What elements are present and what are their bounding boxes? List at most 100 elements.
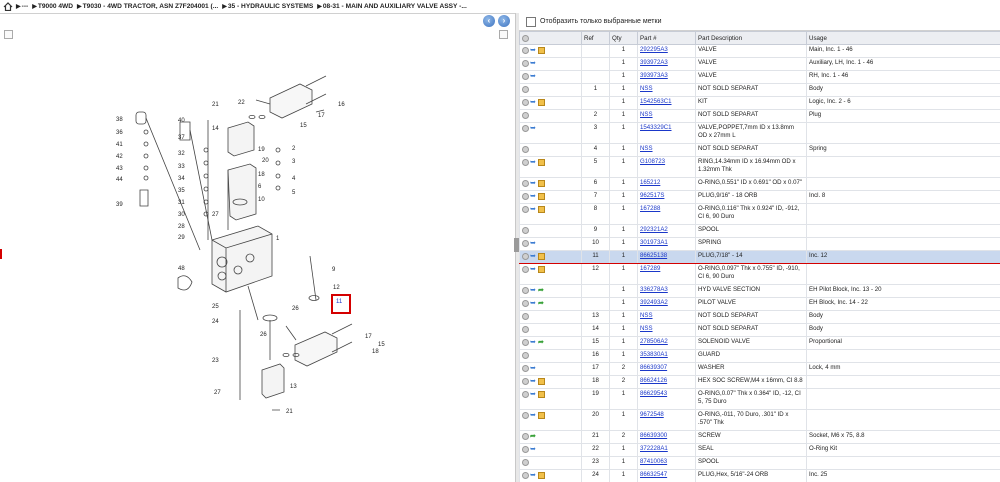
gear-icon[interactable]	[522, 472, 529, 479]
gear-icon[interactable]	[522, 287, 529, 294]
part-number-link[interactable]: G108723	[640, 158, 665, 165]
part-number-link[interactable]: 1543329C1	[640, 124, 672, 131]
breadcrumb-item[interactable]: 35 - HYDRAULIC SYSTEMS	[228, 3, 313, 10]
gear-icon[interactable]	[522, 446, 529, 453]
table-row[interactable]: 4 1 NSS NOT SOLD SEPARAT Spring	[519, 143, 1000, 157]
breadcrumb-item[interactable]: ---	[22, 3, 29, 10]
green-arrow-icon[interactable]: ➦	[530, 433, 537, 440]
table-row[interactable]: ➥ 8 1 167288 O-RING,0.116" Thk x 0.924" ID, …	[519, 203, 1000, 225]
col-header-usage[interactable]: Usage	[806, 31, 1000, 45]
table-row[interactable]: 23 1 87410063 SPOOL	[519, 456, 1000, 470]
gear-icon[interactable]	[522, 339, 529, 346]
green-arrow-icon[interactable]: ➦	[538, 339, 545, 346]
cart-box-icon[interactable]	[538, 266, 545, 273]
part-number-link[interactable]: 86629543	[640, 390, 667, 397]
blue-arrow-icon[interactable]: ➥	[530, 99, 537, 106]
part-number-link[interactable]: 962517S	[640, 192, 664, 199]
table-row[interactable]: ➥ 3 1 1543329C1 VALVE,POPPET,7mm ID x 13.8mm…	[519, 122, 1000, 144]
green-arrow-icon[interactable]: ➦	[538, 287, 545, 294]
blue-arrow-icon[interactable]: ➥	[530, 60, 537, 67]
table-row[interactable]: ➥ 11 1 86625138 PLUG,7/18" - 14 Inc. 12	[519, 250, 1000, 264]
blue-arrow-icon[interactable]: ➥	[530, 159, 537, 166]
cart-box-icon[interactable]	[538, 193, 545, 200]
part-number-link[interactable]: 86624126	[640, 377, 667, 384]
gear-icon[interactable]	[522, 412, 529, 419]
gear-icon[interactable]	[522, 300, 529, 307]
blue-arrow-icon[interactable]: ➥	[530, 193, 537, 200]
gear-icon[interactable]	[522, 266, 529, 273]
part-number-link[interactable]: 393973A3	[640, 72, 668, 79]
table-row[interactable]: ➥ 1 1542563C1 KIT Logic, Inc. 2 - 6	[519, 96, 1000, 110]
blue-arrow-icon[interactable]: ➥	[530, 206, 537, 213]
cart-box-icon[interactable]	[538, 99, 545, 106]
gear-icon[interactable]	[522, 86, 529, 93]
table-row[interactable]: 14 1 NSS NOT SOLD SEPARAT Body	[519, 323, 1000, 337]
part-number-link[interactable]: 292321A2	[640, 226, 668, 233]
blue-arrow-icon[interactable]: ➥	[530, 266, 537, 273]
gear-icon[interactable]	[522, 391, 529, 398]
part-number-link[interactable]: 86632547	[640, 471, 667, 478]
table-row[interactable]: 13 1 NSS NOT SOLD SEPARAT Body	[519, 310, 1000, 324]
part-number-link[interactable]: NSS	[640, 145, 653, 152]
breadcrumb-item[interactable]: 08-31 - MAIN AND AUXILIARY VALVE ASSY -.…	[323, 3, 467, 10]
green-arrow-icon[interactable]: ➦	[538, 300, 545, 307]
part-number-link[interactable]: NSS	[640, 111, 653, 118]
gear-icon[interactable]	[522, 378, 529, 385]
blue-arrow-icon[interactable]: ➥	[530, 240, 537, 247]
gear-icon[interactable]	[522, 227, 529, 234]
table-row[interactable]: ➥ 22 1 372228A1 SEAL O-Ring Kit	[519, 443, 1000, 457]
part-number-link[interactable]: 292295A3	[640, 46, 668, 53]
gear-icon[interactable]	[522, 73, 529, 80]
part-number-link[interactable]: NSS	[640, 325, 653, 332]
part-number-link[interactable]: 165212	[640, 179, 660, 186]
forward-button[interactable]: ›	[498, 15, 510, 27]
gear-icon[interactable]	[522, 193, 529, 200]
gear-icon[interactable]	[522, 240, 529, 247]
part-number-link[interactable]: 9672548	[640, 411, 664, 418]
part-number-link[interactable]: 372228A1	[640, 445, 668, 452]
gear-icon[interactable]	[522, 112, 529, 119]
part-number-link[interactable]: NSS	[640, 85, 653, 92]
cart-box-icon[interactable]	[538, 206, 545, 213]
part-number-link[interactable]: 87410063	[640, 458, 667, 465]
table-row[interactable]: ➥ 24 1 86632547 PLUG,Hex, 5/16"-24 ORB Inc. 2…	[519, 469, 1000, 482]
cart-box-icon[interactable]	[538, 253, 545, 260]
part-number-link[interactable]: 301973A1	[640, 239, 668, 246]
blue-arrow-icon[interactable]: ➥	[530, 391, 537, 398]
table-row[interactable]: ➥ 19 1 86629543 O-RING,0.07" Thk x 0.364" ID…	[519, 388, 1000, 410]
table-row[interactable]: ➦ 21 2 86639300 SCREW Socket, M6 x 75, 8.8	[519, 430, 1000, 444]
blue-arrow-icon[interactable]: ➥	[530, 365, 537, 372]
table-row[interactable]: ➥ 10 1 301973A1 SPRING	[519, 237, 1000, 251]
part-number-link[interactable]: 86639300	[640, 432, 667, 439]
cart-box-icon[interactable]	[538, 472, 545, 479]
home-icon[interactable]	[3, 2, 13, 11]
table-row[interactable]: ➥ 20 1 9672548 O-RING,-011, 70 Duro, .301" I…	[519, 409, 1000, 431]
blue-arrow-icon[interactable]: ➥	[530, 73, 537, 80]
cart-box-icon[interactable]	[538, 47, 545, 54]
part-number-link[interactable]: 86625138	[640, 252, 667, 259]
gear-icon[interactable]	[522, 459, 529, 466]
col-header-desc[interactable]: Part Description	[695, 31, 807, 45]
gear-icon[interactable]	[522, 47, 529, 54]
blue-arrow-icon[interactable]: ➥	[530, 287, 537, 294]
gear-icon[interactable]	[522, 206, 529, 213]
table-row[interactable]: ➥ ➦ 15 1 278506A2 SOLENOID VALVE Proportional	[519, 336, 1000, 350]
col-header-part[interactable]: Part #	[637, 31, 696, 45]
table-row[interactable]: ➥ 1 393973A3 VALVE RH, Inc. 1 - 46	[519, 70, 1000, 84]
table-row[interactable]: ➥ 5 1 G108723 RING,14.34mm ID x 16.94mm OD x…	[519, 156, 1000, 178]
blue-arrow-icon[interactable]: ➥	[530, 300, 537, 307]
part-number-link[interactable]: 86639307	[640, 364, 667, 371]
part-number-link[interactable]: 167289	[640, 265, 660, 272]
gear-icon[interactable]	[522, 365, 529, 372]
blue-arrow-icon[interactable]: ➥	[530, 472, 537, 479]
table-row[interactable]: ➥ 17 2 86639307 WASHER Lock, 4 mm	[519, 362, 1000, 376]
gear-icon[interactable]	[522, 326, 529, 333]
show-selected-checkbox[interactable]	[526, 16, 536, 27]
table-row[interactable]: ➥ 12 1 167289 O-RING,0.097" Thk x 0.755" ID,…	[519, 263, 1000, 285]
gear-icon[interactable]	[522, 60, 529, 67]
table-row[interactable]: 9 1 292321A2 SPOOL	[519, 224, 1000, 238]
table-row[interactable]: ➥ 6 1 165212 O-RING,0.551" ID x 0.691" OD x …	[519, 177, 1000, 191]
breadcrumb-item[interactable]: T9000 4WD	[38, 3, 73, 10]
gear-icon[interactable]	[522, 180, 529, 187]
cart-box-icon[interactable]	[538, 159, 545, 166]
